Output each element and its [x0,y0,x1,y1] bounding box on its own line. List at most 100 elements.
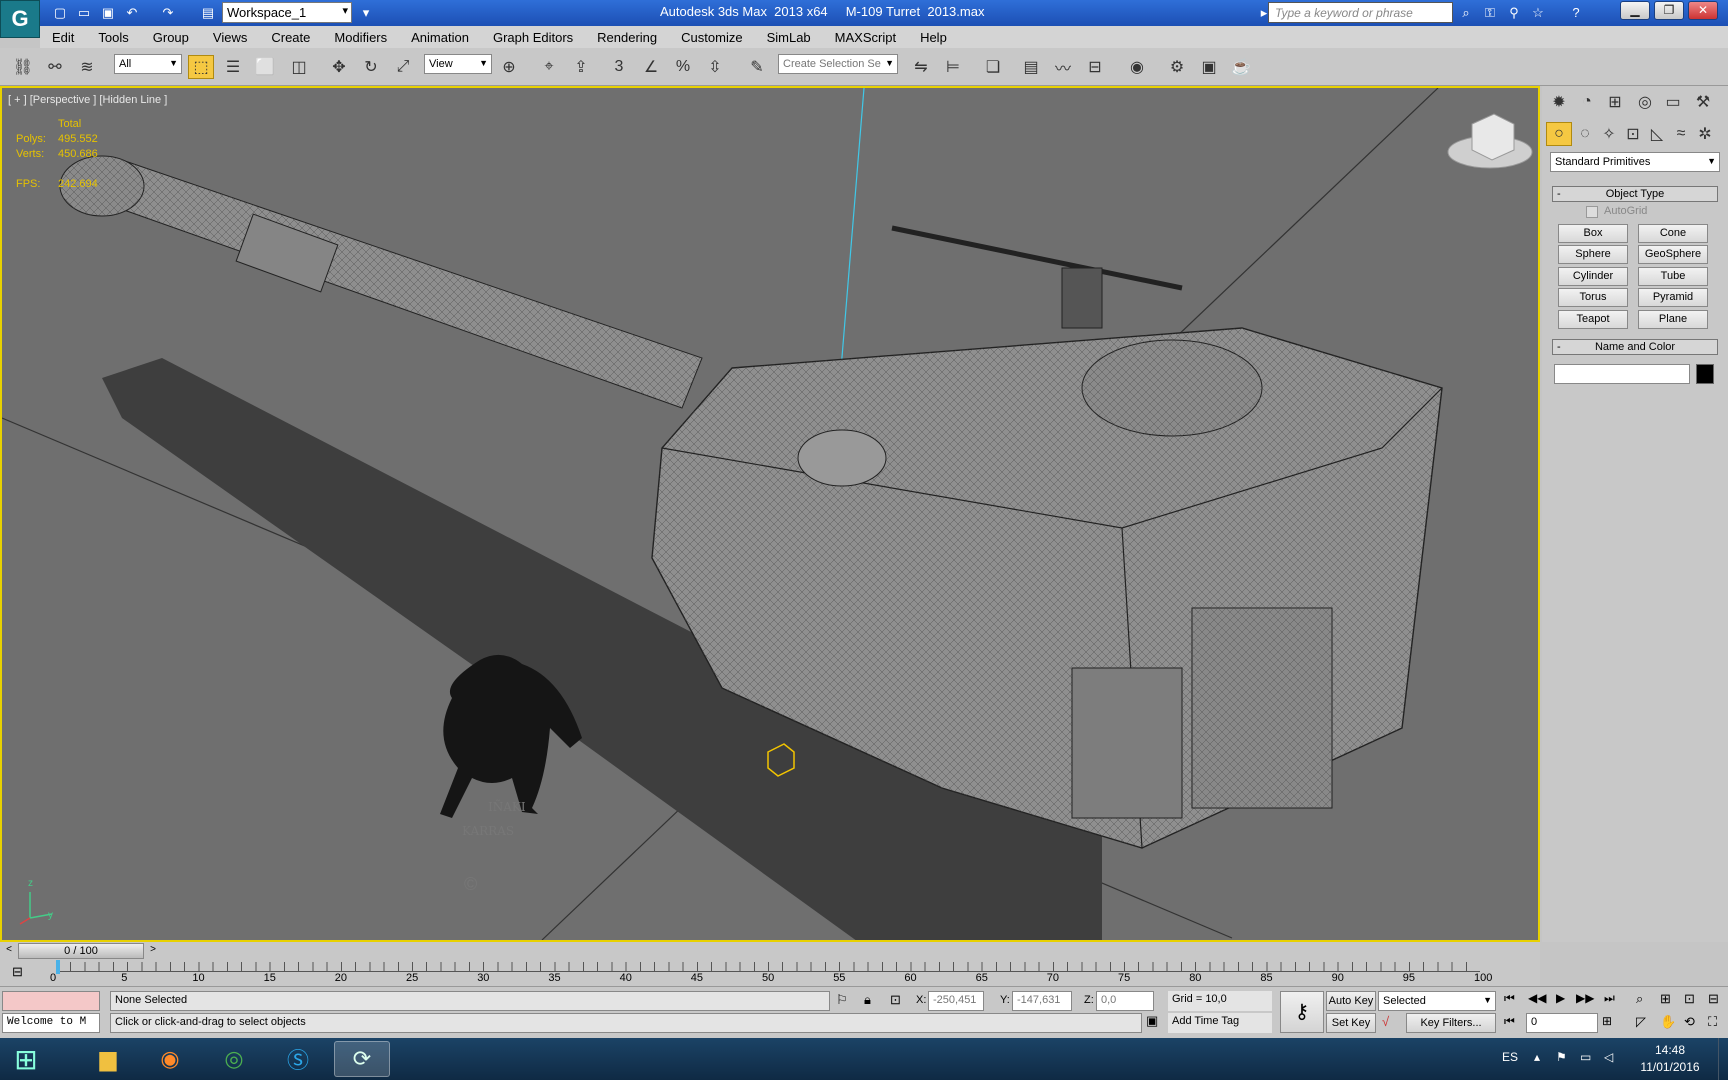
object-name-input[interactable] [1554,364,1690,384]
undo-icon[interactable]: ↶ [122,3,142,23]
set-key-button[interactable]: Set Key [1326,1013,1376,1033]
maxscript-mini-listener[interactable]: Welcome to M [2,1013,100,1033]
render-setup-icon[interactable]: ⚙ [1164,55,1190,79]
bind-space-warp-icon[interactable]: ≋ [74,55,100,79]
schematic-view-icon[interactable]: ⊟ [1082,55,1108,79]
show-desktop-button[interactable] [1718,1038,1728,1080]
clock-time[interactable]: 14:48 [1640,1043,1700,1057]
clock-date[interactable]: 11/01/2016 [1634,1060,1706,1074]
sphere-button[interactable]: Sphere [1558,245,1628,264]
workspace-dropdown[interactable]: Workspace_1 [222,2,352,23]
add-time-tag[interactable]: Add Time Tag [1168,1013,1272,1033]
helpers-icon[interactable]: ◺ [1644,122,1670,146]
auto-key-button[interactable]: Auto Key [1326,991,1376,1011]
cone-button[interactable]: Cone [1638,224,1708,243]
menu-tools[interactable]: Tools [86,30,140,45]
maximize-viewport-icon[interactable]: ⛶ [1708,1014,1717,1030]
chrome-icon[interactable]: ◎ [206,1041,262,1077]
display-tab-icon[interactable]: ▭ [1660,90,1686,114]
motion-tab-icon[interactable]: ◎ [1632,90,1658,114]
percent-snap-icon[interactable]: % [670,55,696,79]
play-icon[interactable]: ▶ [1556,991,1565,1005]
new-file-icon[interactable]: ▢ [50,3,70,23]
zoom-extents-icon[interactable]: ⊡ [1684,991,1695,1007]
x-coordinate-field[interactable]: -250,451 [928,991,984,1011]
pyramid-button[interactable]: Pyramid [1638,288,1708,307]
isolate-selection-icon[interactable]: ⚐ [836,992,848,1008]
time-tag-icon[interactable]: ▣ [1146,1013,1158,1029]
binoculars-icon[interactable]: ⌕ [1456,3,1476,23]
network-icon[interactable]: ▭ [1580,1050,1591,1064]
menu-rendering[interactable]: Rendering [585,30,669,45]
object-type-rollout[interactable]: Object Type [1552,186,1718,202]
action-center-flag-icon[interactable]: ⚑ [1556,1050,1567,1064]
selection-lock-icon[interactable]: 🔒︎ [864,992,871,1008]
menu-edit[interactable]: Edit [40,30,86,45]
rectangular-selection-icon[interactable]: ⬜ [252,55,278,79]
orbit-icon[interactable]: ⟲ [1684,1014,1695,1030]
lights-icon[interactable]: ✧ [1596,122,1622,146]
go-to-start-icon[interactable]: ⏮ [1504,991,1515,1006]
app-logo-icon[interactable]: G [0,0,40,38]
rotate-icon[interactable]: ↻ [358,55,384,79]
previous-frame-icon[interactable]: ◀◀ [1528,991,1546,1005]
key-mode-toggle-icon[interactable]: ⏮ [1504,1014,1515,1029]
graphite-ribbon-icon[interactable]: ▤ [1018,55,1044,79]
unlink-icon[interactable]: ⚯ [42,55,68,79]
field-of-view-icon[interactable]: ◸ [1636,1014,1646,1030]
zoom-extents-all-icon[interactable]: ⊟ [1708,991,1719,1007]
select-by-name-icon[interactable]: ☰ [220,55,246,79]
z-coordinate-field[interactable]: 0,0 [1096,991,1154,1011]
systems-icon[interactable]: ✲ [1692,122,1718,146]
menu-views[interactable]: Views [201,30,259,45]
menu-customize[interactable]: Customize [669,30,754,45]
zoom-all-icon[interactable]: ⊞ [1660,991,1671,1007]
search-input[interactable]: Type a keyword or phrase [1268,2,1453,23]
viewport-label[interactable]: [ + ] [Perspective ] [Hidden Line ] [8,94,167,106]
menu-animation[interactable]: Animation [399,30,481,45]
modify-tab-icon[interactable]: ◔ [1574,90,1600,114]
menu-create[interactable]: Create [259,30,322,45]
key-mode-dropdown[interactable]: Selected [1378,991,1496,1011]
tray-expand-icon[interactable]: ▴ [1534,1050,1540,1064]
volume-icon[interactable]: ◁ [1604,1050,1613,1064]
torus-button[interactable]: Torus [1558,288,1628,307]
time-slider-thumb[interactable]: 0 / 100 [18,943,144,959]
window-crossing-icon[interactable]: ◫ [286,55,312,79]
curve-editor-icon[interactable]: 〰 [1050,55,1076,79]
plane-button[interactable]: Plane [1638,310,1708,329]
skype-icon[interactable]: Ⓢ [270,1041,326,1077]
align-icon[interactable]: ⊨ [940,55,966,79]
snaps-toggle-icon[interactable]: 3 [606,55,632,79]
set-key-icon[interactable]: ⚷ [1280,991,1324,1033]
select-object-icon[interactable]: ⬚ [188,55,214,79]
save-icon[interactable]: ▣ [98,3,118,23]
name-and-color-rollout[interactable]: Name and Color [1552,339,1718,355]
communication-icon[interactable]: ⚲ [1504,3,1524,23]
perspective-viewport[interactable]: [ + ] [Perspective ] [Hidden Line ] Tota… [0,86,1540,942]
close-button[interactable]: ✕ [1688,1,1718,20]
maximize-button[interactable]: ❐ [1654,1,1684,20]
menu-graph-editors[interactable]: Graph Editors [481,30,585,45]
named-selection-dropdown[interactable]: Create Selection Se [778,54,898,74]
edit-named-selection-icon[interactable]: ✎ [744,55,770,79]
menu-group[interactable]: Group [141,30,201,45]
hierarchy-tab-icon[interactable]: ⊞ [1602,90,1628,114]
select-and-link-icon[interactable]: ⛓ [10,55,36,79]
reference-coordinate-dropdown[interactable]: View [424,54,492,74]
move-icon[interactable]: ✥ [326,55,352,79]
timeline-track[interactable]: ⊟ 0 5 10 15 20 25 30 35 40 45 50 55 60 65 70 75 80 85 90 95… [0,960,1540,986]
mirror-icon[interactable]: ⇋ [908,55,934,79]
cylinder-button[interactable]: Cylinder [1558,267,1628,286]
primitive-category-dropdown[interactable]: Standard Primitives [1550,152,1720,172]
file-explorer-icon[interactable]: ▆ [80,1041,136,1077]
select-manipulate-icon[interactable]: ⌖ [536,55,562,79]
redo-icon[interactable]: ↷ [158,3,178,23]
pivot-center-icon[interactable]: ⊕ [496,55,522,79]
scale-icon[interactable]: ⤢ [390,55,416,79]
zoom-icon[interactable]: ⌕ [1636,991,1643,1007]
minimize-button[interactable]: ▁ [1620,1,1650,20]
menu-modifiers[interactable]: Modifiers [322,30,399,45]
keyboard-shortcut-override-icon[interactable]: ⇪ [568,55,594,79]
y-coordinate-field[interactable]: -147,631 [1012,991,1072,1011]
